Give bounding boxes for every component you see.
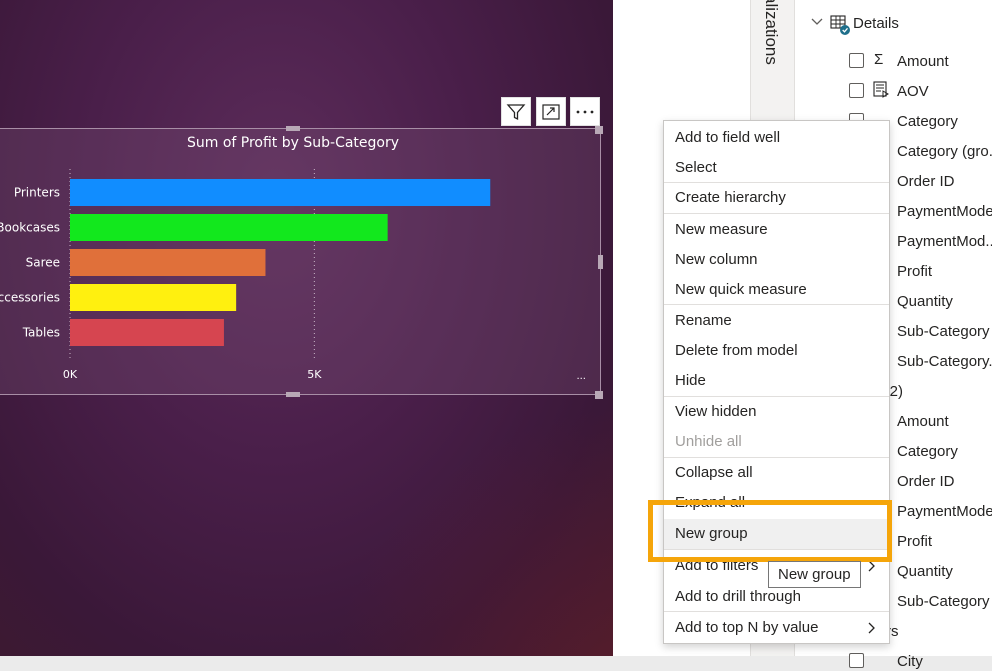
bar-saree[interactable] [70, 249, 266, 276]
field-item[interactable]: PaymentMod... [897, 233, 992, 250]
field-item[interactable]: PaymentMode [897, 503, 992, 520]
category-label: Accessories [0, 291, 60, 305]
menu-item-label: Add to top N by value [675, 619, 819, 636]
highlight-annotation [648, 500, 892, 562]
resize-handle-right[interactable] [598, 255, 603, 269]
field-item[interactable]: City [897, 653, 923, 670]
resize-handle-top[interactable] [286, 126, 300, 131]
field-item[interactable]: Order ID [897, 173, 955, 190]
status-strip [0, 656, 992, 671]
menu-item-label: Unhide all [675, 433, 742, 450]
x-tick-label: 5K [307, 368, 322, 381]
chevron-right-icon [867, 613, 877, 654]
field-item[interactable]: Amount [897, 413, 949, 430]
field-checkbox[interactable] [849, 53, 864, 68]
menu-item-delete-from-model[interactable]: Delete from model [664, 336, 889, 366]
filter-icon[interactable] [501, 97, 531, 126]
chevron-down-icon[interactable] [810, 15, 824, 34]
category-label: Tables [22, 326, 60, 340]
bar-printers[interactable] [70, 179, 491, 206]
field-item[interactable]: Category (gro... [897, 143, 992, 160]
menu-item-label: Hide [675, 372, 706, 389]
menu-item-label: New quick measure [675, 281, 807, 298]
bar-chart-visual[interactable]: Sum of Profit by Sub-Category Printers Bo… [0, 126, 603, 399]
category-label: Bookcases [0, 221, 60, 235]
menu-item-label: New column [675, 251, 758, 268]
resize-handle-top-right[interactable] [595, 126, 603, 134]
menu-item-view-hidden[interactable]: View hidden [664, 397, 889, 427]
sigma-icon: Σ [874, 51, 884, 68]
menu-item-new-measure[interactable]: New measure [664, 215, 889, 245]
field-item[interactable]: Category [897, 443, 958, 460]
field-item[interactable]: Profit [897, 533, 932, 550]
chart-title: Sum of Profit by Sub-Category [187, 135, 399, 151]
menu-item-new-column[interactable]: New column [664, 245, 889, 275]
field-item[interactable]: Order ID [897, 473, 955, 490]
bar-bookcases[interactable] [70, 214, 388, 241]
tooltip: New group [768, 561, 861, 588]
resize-handle-bottom-right[interactable] [595, 391, 603, 399]
menu-item-label: View hidden [675, 403, 757, 420]
field-item[interactable]: Sub-Category [897, 593, 990, 610]
menu-item-create-hierarchy[interactable]: Create hierarchy [664, 183, 889, 213]
menu-item-select[interactable]: Select [664, 153, 889, 183]
menu-item-label: New measure [675, 221, 768, 238]
chart-more-label: ... [576, 371, 586, 382]
category-label: Saree [26, 256, 60, 270]
field-item[interactable]: Profit [897, 263, 932, 280]
resize-handle-bottom[interactable] [286, 392, 300, 397]
menu-item-hide[interactable]: Hide [664, 366, 889, 396]
menu-item-new-quick-measure[interactable]: New quick measure [664, 275, 889, 305]
menu-item-label: Rename [675, 312, 732, 329]
menu-item-label: Select [675, 159, 717, 176]
menu-item-label: Create hierarchy [675, 189, 786, 206]
category-label: Printers [14, 186, 60, 200]
menu-item-label: Collapse all [675, 464, 753, 481]
menu-item-unhide-all: Unhide all [664, 427, 889, 457]
menu-item-label: Delete from model [675, 342, 798, 359]
menu-item-add-to-top-n-by-value[interactable]: Add to top N by value [664, 613, 889, 643]
field-checkbox[interactable] [849, 83, 864, 98]
menu-item-collapse-all[interactable]: Collapse all [664, 458, 889, 488]
focus-mode-icon[interactable] [536, 97, 566, 126]
field-item[interactable]: Sub-Category [897, 323, 990, 340]
bar-accessories[interactable] [70, 284, 237, 311]
menu-item-add-to-field-well[interactable]: Add to field well [664, 123, 889, 153]
visualizations-pane-label[interactable]: alizations [761, 0, 781, 65]
menu-item-label: Add to drill through [675, 588, 801, 605]
field-item[interactable]: Quantity [897, 563, 953, 580]
field-item[interactable]: PaymentMode [897, 203, 992, 220]
calculator-icon [873, 81, 890, 102]
field-item[interactable]: Quantity [897, 293, 953, 310]
field-item[interactable]: Sub-Category... [897, 353, 992, 370]
table-name[interactable]: Details [853, 15, 899, 32]
menu-item-rename[interactable]: Rename [664, 306, 889, 336]
menu-separator [664, 213, 889, 214]
x-tick-label: 0K [63, 368, 78, 381]
menu-item-label: Add to field well [675, 129, 781, 146]
table-icon [830, 14, 852, 41]
field-item[interactable]: Amount [897, 53, 949, 70]
more-options-icon[interactable] [570, 97, 600, 126]
field-item[interactable]: AOV [897, 83, 929, 100]
field-item[interactable]: Category [897, 113, 958, 130]
field-checkbox[interactable] [849, 653, 864, 668]
bar-tables[interactable] [70, 319, 224, 346]
bar-chart: Sum of Profit by Sub-Category Printers Bo… [0, 135, 586, 382]
